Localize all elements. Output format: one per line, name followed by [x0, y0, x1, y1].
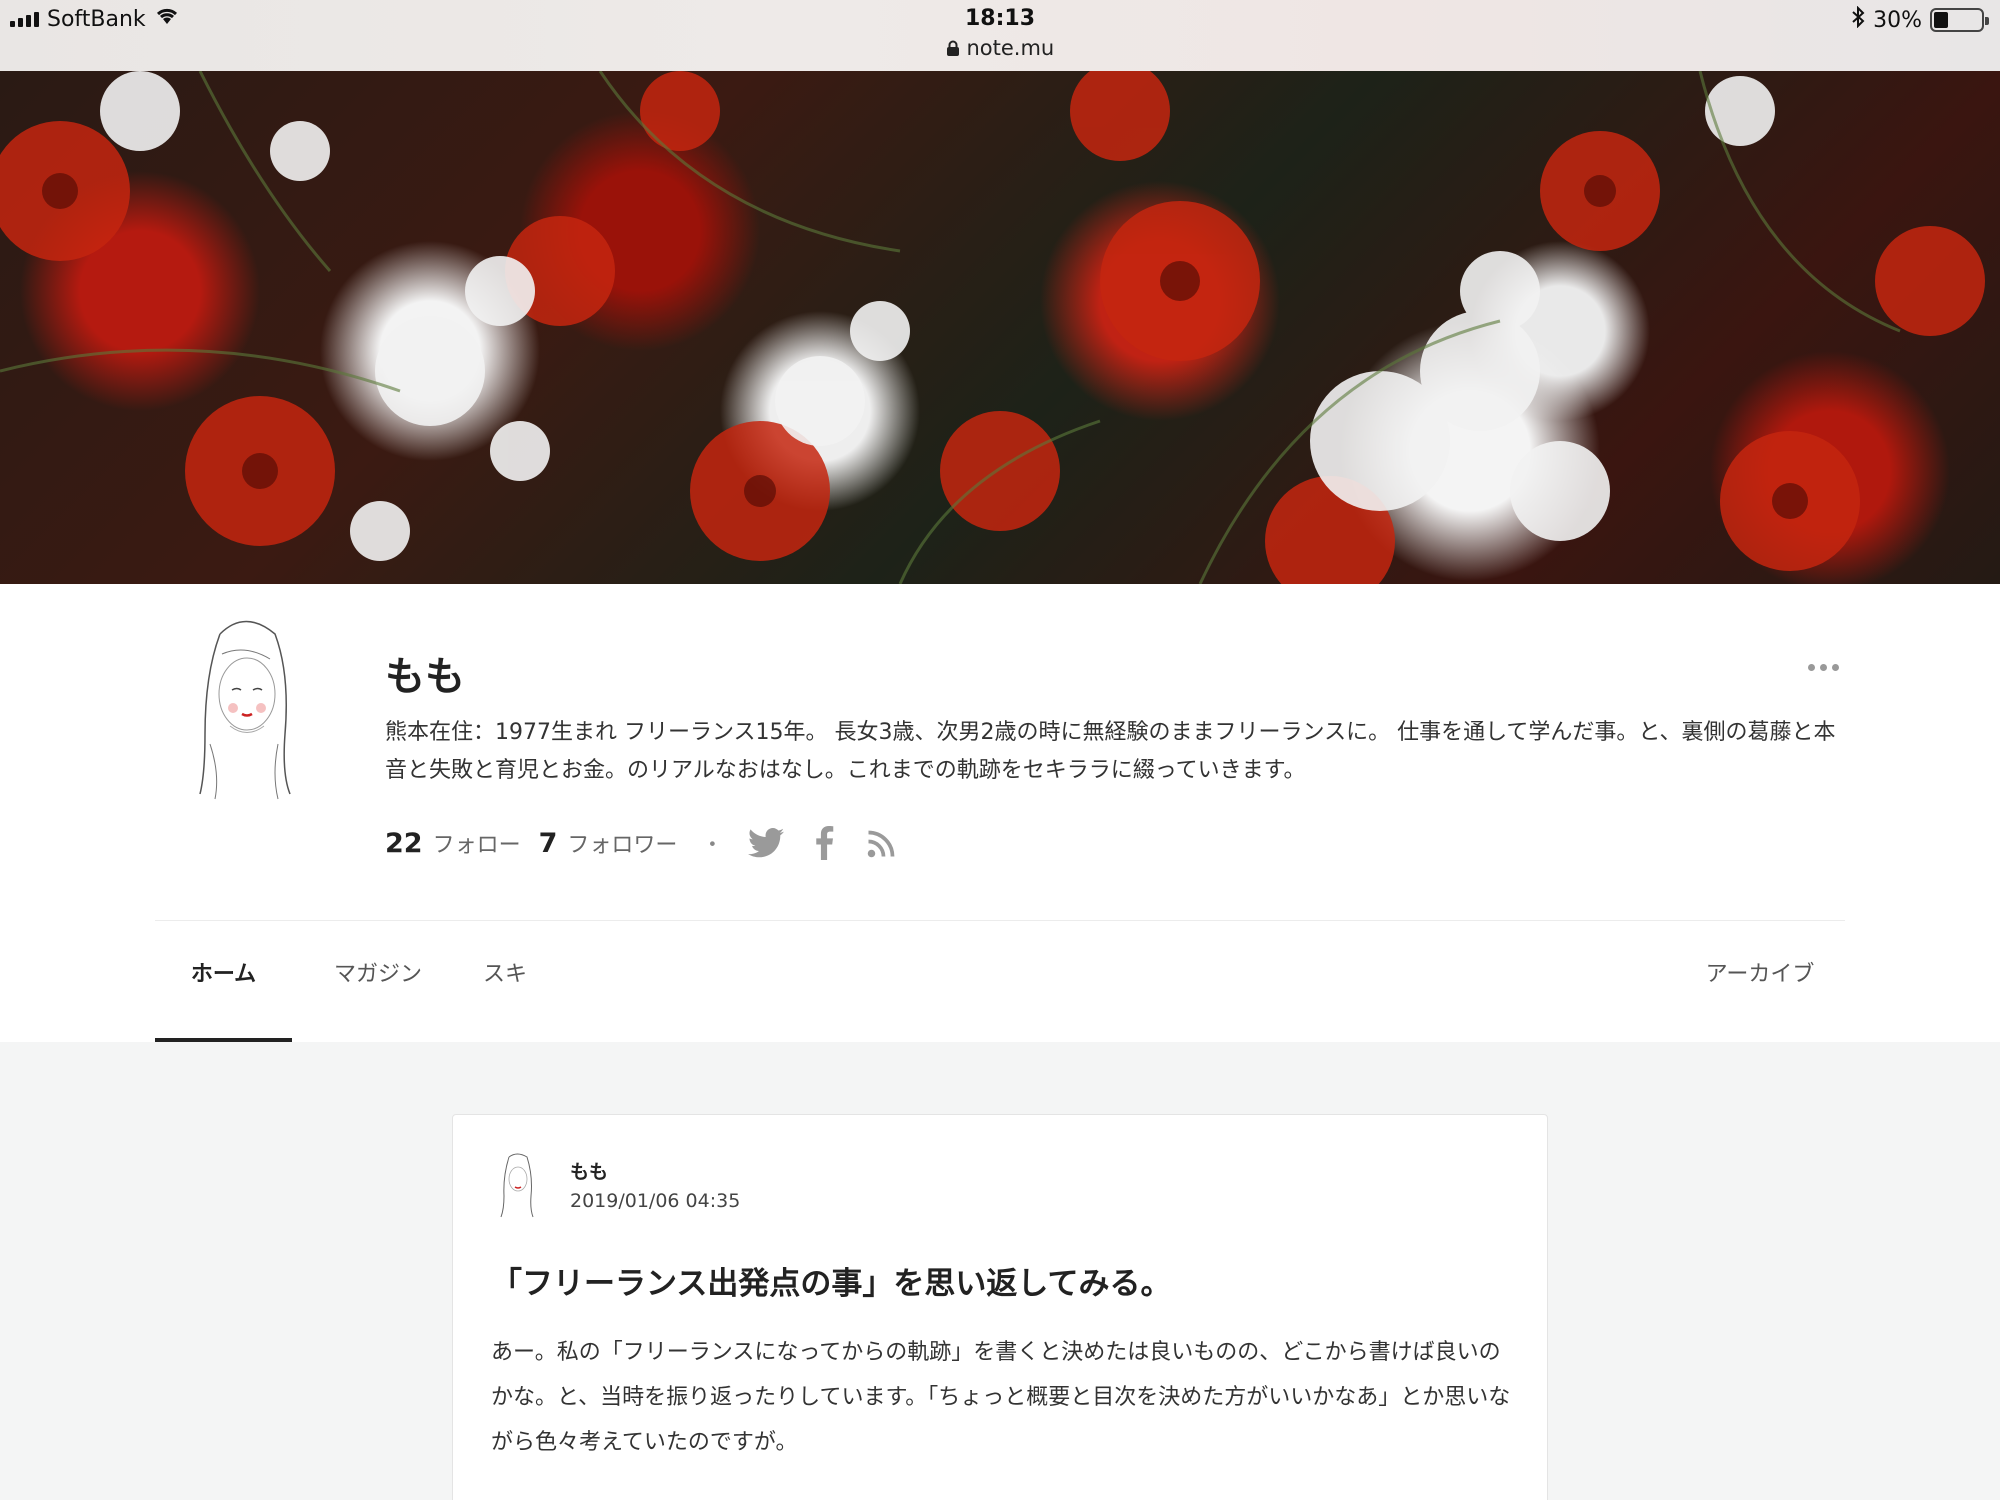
post-title[interactable]: 「フリーランス出発点の事」を思い返してみる。: [491, 1258, 1171, 1303]
profile-bio: 熊本在住：1977生まれ フリーランス15年。 長女3歳、次男2歳の時に無経験の…: [385, 720, 1836, 783]
tab-archive[interactable]: アーカイブ: [1695, 921, 1825, 1042]
tab-likes[interactable]: スキ: [465, 921, 545, 1042]
lock-icon: [946, 36, 967, 60]
bluetooth-icon: [1851, 5, 1865, 34]
battery-level: [1934, 12, 1948, 28]
stats-separator: ・: [701, 833, 724, 858]
post-card[interactable]: もも 2019/01/06 04:35 「フリーランス出発点の事」を思い返してみ…: [452, 1114, 1548, 1500]
followers-label[interactable]: フォロワー: [567, 827, 677, 859]
flowers-illustration: [0, 71, 1985, 584]
post-date: 2019/01/06 04:35: [570, 1190, 741, 1212]
post-author-avatar[interactable]: [493, 1151, 541, 1219]
social-links: [747, 824, 901, 862]
profile-avatar[interactable]: [160, 614, 330, 804]
profile-stats: 22 フォロー 7 フォロワー ・: [385, 824, 901, 862]
facebook-icon[interactable]: [805, 824, 843, 862]
clock: 18:13: [964, 6, 1036, 31]
battery-percent: 30%: [1873, 7, 1922, 33]
following-label[interactable]: フォロー: [433, 827, 521, 859]
battery-icon: [1930, 8, 1989, 32]
following-count[interactable]: 22: [385, 828, 423, 859]
url-text: note.mu: [966, 36, 1055, 60]
post-author-name[interactable]: もも: [570, 1157, 608, 1184]
followers-count[interactable]: 7: [539, 828, 558, 859]
twitter-icon[interactable]: [747, 824, 785, 862]
more-options-icon[interactable]: [1808, 664, 1840, 676]
post-excerpt: あー。私の「フリーランスになってからの軌跡」を書くと決めたは良いものの、どこから…: [491, 1340, 1511, 1455]
profile-name: もも: [385, 654, 465, 700]
header-cover-image: [0, 71, 2000, 584]
status-right: 30%: [1851, 5, 1989, 34]
tab-home[interactable]: ホーム: [155, 921, 292, 1042]
address-bar[interactable]: note.mu: [0, 36, 2000, 60]
rss-icon[interactable]: [863, 824, 901, 862]
profile-tabs: ホーム マガジン スキ アーカイブ: [155, 921, 1845, 1042]
tab-magazine[interactable]: マガジン: [318, 921, 438, 1042]
status-bar: SoftBank 18:13 note.mu 30%: [0, 0, 2000, 71]
profile-section: もも 熊本在住：1977生まれ フリーランス15年。 長女3歳、次男2歳の時に無…: [0, 584, 2000, 1042]
